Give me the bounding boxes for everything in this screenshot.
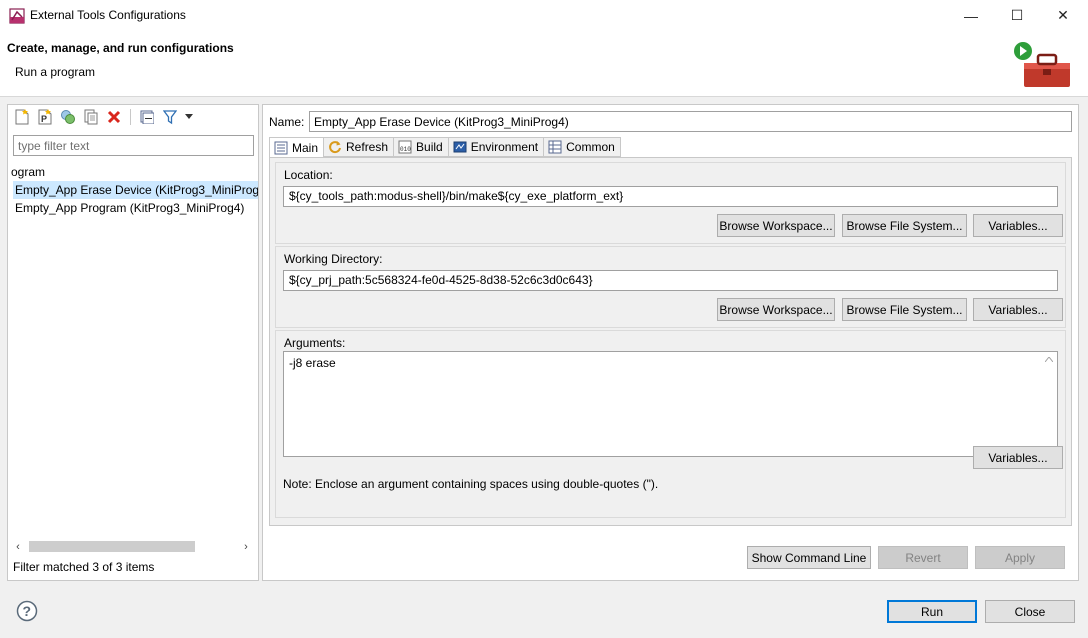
tab-environment-label: Environment <box>470 140 539 154</box>
location-variables-button[interactable]: Variables... <box>973 214 1063 237</box>
arguments-textarea[interactable]: -j8 erase <box>283 351 1058 457</box>
horizontal-scrollbar[interactable]: ‹ › <box>11 538 255 555</box>
banner-title: Create, manage, and run configurations <box>7 41 234 55</box>
tab-common-label: Common <box>566 140 615 154</box>
minimize-button[interactable]: — <box>948 0 994 31</box>
svg-text:010: 010 <box>400 146 411 153</box>
maximize-button[interactable]: ☐ <box>994 0 1040 31</box>
tab-refresh[interactable]: Refresh <box>324 137 395 157</box>
toolbox-run-icon <box>1012 41 1074 91</box>
location-browse-file-system-button[interactable]: Browse File System... <box>842 214 967 237</box>
duplicate-icon[interactable] <box>58 107 78 127</box>
environment-tab-icon <box>453 140 467 154</box>
arguments-label: Arguments: <box>284 336 346 350</box>
tab-build-label: Build <box>416 140 443 154</box>
common-tab-icon <box>548 140 562 154</box>
tab-bar: Main Refresh 010 Build Environment Commo… <box>269 137 621 158</box>
collapse-all-icon[interactable] <box>137 107 157 127</box>
close-icon: ✕ <box>1057 7 1069 23</box>
left-toolbar: P <box>8 105 258 129</box>
filter-icon[interactable] <box>160 107 180 127</box>
filter-input[interactable] <box>13 135 254 156</box>
svg-text:?: ? <box>23 603 32 619</box>
arguments-text: -j8 erase <box>289 356 336 370</box>
tree-item-erase-device[interactable]: Empty_App Erase Device (KitProg3_MiniPro… <box>13 181 258 199</box>
header-banner: Create, manage, and run configurations R… <box>0 31 1088 97</box>
tab-main-label: Main <box>292 140 319 155</box>
working-directory-group: Working Directory: ${cy_prj_path:5c56832… <box>275 246 1066 328</box>
arguments-group: Arguments: -j8 erase Variables... Note: … <box>275 330 1066 518</box>
scroll-up-icon[interactable] <box>1041 352 1057 366</box>
arguments-variables-button[interactable]: Variables... <box>973 446 1063 469</box>
show-command-line-button[interactable]: Show Command Line <box>747 546 871 569</box>
close-button[interactable]: Close <box>985 600 1075 623</box>
working-directory-label: Working Directory: <box>284 252 383 266</box>
tab-common[interactable]: Common <box>544 137 621 157</box>
configuration-tree: ogram Empty_App Erase Device (KitProg3_M… <box>8 163 258 533</box>
name-field[interactable] <box>309 111 1072 132</box>
close-window-button[interactable]: ✕ <box>1040 0 1086 31</box>
tab-environment[interactable]: Environment <box>448 137 545 157</box>
help-icon[interactable]: ? <box>16 600 38 622</box>
main-tab-content: Location: ${cy_tools_path:modus-shell}/b… <box>269 157 1072 526</box>
working-directory-field[interactable]: ${cy_prj_path:5c568324-fe0d-4525-8d38-52… <box>283 270 1058 291</box>
location-browse-workspace-button[interactable]: Browse Workspace... <box>717 214 835 237</box>
location-label: Location: <box>284 168 333 182</box>
minimize-icon: — <box>964 7 978 24</box>
name-label: Name: <box>269 115 305 129</box>
new-prototype-icon[interactable]: P <box>35 107 55 127</box>
delete-icon[interactable] <box>104 107 124 127</box>
window-title: External Tools Configurations <box>30 8 186 22</box>
build-tab-icon: 010 <box>398 140 412 154</box>
apply-button[interactable]: Apply <box>975 546 1065 569</box>
configuration-list-pane: P ogram Empty_App Erase Device (KitProg3… <box>7 104 259 581</box>
tab-refresh-label: Refresh <box>346 140 389 154</box>
tree-item-program-category[interactable]: ogram <box>11 163 45 181</box>
export-icon[interactable] <box>81 107 101 127</box>
view-menu-icon[interactable] <box>183 107 195 127</box>
scroll-thumb[interactable] <box>29 541 195 552</box>
configuration-editor-pane: Name: Main Refresh 010 Build Environment <box>262 104 1079 581</box>
refresh-tab-icon <box>328 140 342 154</box>
workdir-variables-button[interactable]: Variables... <box>973 298 1063 321</box>
revert-button[interactable]: Revert <box>878 546 968 569</box>
scroll-right-icon[interactable]: › <box>239 538 253 555</box>
tab-main[interactable]: Main <box>269 137 325 158</box>
maximize-icon: ☐ <box>1010 7 1024 23</box>
location-group: Location: ${cy_tools_path:modus-shell}/b… <box>275 162 1066 244</box>
app-icon <box>9 8 25 24</box>
banner-subtitle: Run a program <box>15 65 96 79</box>
tab-build[interactable]: 010 Build <box>394 137 449 157</box>
arguments-note: Note: Enclose an argument containing spa… <box>283 477 659 491</box>
scroll-left-icon[interactable]: ‹ <box>11 538 25 555</box>
svg-text:P: P <box>41 114 47 124</box>
location-field[interactable]: ${cy_tools_path:modus-shell}/bin/make${c… <box>283 186 1058 207</box>
workdir-browse-workspace-button[interactable]: Browse Workspace... <box>717 298 835 321</box>
arguments-vertical-scrollbar[interactable] <box>1041 352 1057 456</box>
tree-item-program[interactable]: Empty_App Program (KitProg3_MiniProg4) <box>15 199 244 217</box>
main-tab-icon <box>274 141 288 155</box>
toolbar-divider <box>130 109 131 125</box>
run-button[interactable]: Run <box>887 600 977 623</box>
new-config-icon[interactable] <box>12 107 32 127</box>
workdir-browse-file-system-button[interactable]: Browse File System... <box>842 298 967 321</box>
filter-status: Filter matched 3 of 3 items <box>13 560 155 574</box>
